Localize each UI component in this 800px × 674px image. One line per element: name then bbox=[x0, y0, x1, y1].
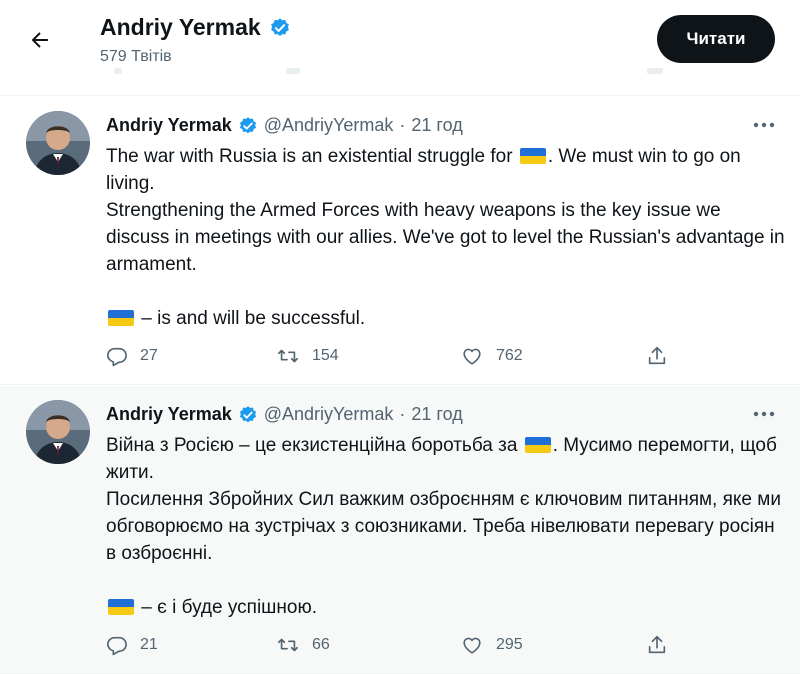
avatar-image bbox=[26, 111, 90, 175]
reply-icon bbox=[107, 636, 127, 656]
tweet-paragraph: – is and will be successful. bbox=[106, 305, 786, 332]
avatar[interactable] bbox=[26, 400, 90, 464]
separator-dot: · bbox=[399, 115, 406, 135]
tweet-paragraph: Війна з Росією – це екзистенційна бороть… bbox=[106, 435, 777, 483]
tweet-header: Andriy Yermak @AndriyYermak · 21 год bbox=[106, 404, 463, 425]
retweet-count: 154 bbox=[312, 347, 339, 364]
verified-badge bbox=[238, 405, 258, 425]
more-horizontal-icon bbox=[753, 411, 775, 417]
verified-badge-icon bbox=[270, 17, 289, 36]
tweet-paragraph: Strengthening the Armed Forces with heav… bbox=[106, 200, 785, 275]
share-icon bbox=[648, 346, 666, 365]
tweet-actions: 27 154 762 bbox=[106, 341, 676, 371]
verified-badge-icon bbox=[239, 405, 256, 422]
header-underlay-fragment bbox=[114, 68, 122, 74]
arrow-left-icon bbox=[31, 32, 48, 48]
verified-badge-icon bbox=[239, 116, 256, 133]
ukraine-flag-emoji bbox=[108, 599, 134, 615]
ukraine-flag-emoji bbox=[108, 310, 134, 326]
reply-button[interactable]: 27 bbox=[106, 341, 158, 371]
heart-icon bbox=[463, 348, 481, 365]
reply-icon bbox=[107, 347, 127, 367]
heart-icon bbox=[463, 637, 481, 654]
like-count: 762 bbox=[496, 347, 523, 364]
tweet-time[interactable]: 21 год bbox=[411, 115, 462, 136]
share-button[interactable] bbox=[646, 630, 668, 660]
retweet-button[interactable]: 154 bbox=[276, 341, 339, 371]
tweet-paragraph: The war with Russia is an existential st… bbox=[106, 146, 741, 194]
ukraine-flag-emoji bbox=[524, 437, 551, 453]
profile-header: Andriy Yermak 579 Твітів Читати bbox=[0, 0, 800, 96]
share-button[interactable] bbox=[646, 341, 668, 371]
follow-button[interactable]: Читати bbox=[657, 15, 775, 63]
header-underlay-fragment bbox=[286, 68, 300, 74]
verified-badge bbox=[238, 116, 258, 136]
more-button[interactable] bbox=[752, 404, 776, 424]
retweet-icon bbox=[278, 638, 298, 652]
like-button[interactable]: 295 bbox=[460, 630, 523, 660]
retweet-button[interactable]: 66 bbox=[276, 630, 330, 660]
ukraine-flag-emoji bbox=[519, 148, 546, 164]
back-button[interactable] bbox=[24, 24, 56, 56]
retweet-icon bbox=[278, 349, 298, 363]
separator-dot: · bbox=[399, 404, 406, 424]
tweet-paragraph: Посилення Збройних Сил важким озброєнням… bbox=[106, 489, 781, 564]
retweet-count: 66 bbox=[312, 636, 330, 653]
more-button[interactable] bbox=[752, 115, 776, 135]
header-underlay-fragment bbox=[647, 68, 663, 74]
tweet-actions: 21 66 295 bbox=[106, 630, 676, 660]
avatar-image bbox=[26, 400, 90, 464]
tweet[interactable]: Andriy Yermak @AndriyYermak · 21 год The… bbox=[0, 97, 800, 385]
profile-name-row: Andriy Yermak bbox=[100, 14, 291, 41]
like-button[interactable]: 762 bbox=[460, 341, 523, 371]
tweet-text: The war with Russia is an existential st… bbox=[106, 143, 786, 332]
reply-button[interactable]: 21 bbox=[106, 630, 158, 660]
tweet-header: Andriy Yermak @AndriyYermak · 21 год bbox=[106, 115, 463, 136]
tweet-time[interactable]: 21 год bbox=[411, 404, 462, 425]
reply-count: 27 bbox=[140, 347, 158, 364]
reply-count: 21 bbox=[140, 636, 158, 653]
author-handle[interactable]: @AndriyYermak bbox=[264, 115, 394, 136]
tweet-count: 579 Твітів bbox=[100, 48, 172, 65]
share-icon bbox=[648, 635, 666, 654]
avatar[interactable] bbox=[26, 111, 90, 175]
tweet-text: Війна з Росією – це екзистенційна бороть… bbox=[106, 432, 786, 621]
author-handle[interactable]: @AndriyYermak bbox=[264, 404, 394, 425]
author-name[interactable]: Andriy Yermak bbox=[106, 404, 232, 425]
like-count: 295 bbox=[496, 636, 523, 653]
more-horizontal-icon bbox=[753, 122, 775, 128]
profile-name: Andriy Yermak bbox=[100, 14, 261, 40]
author-name[interactable]: Andriy Yermak bbox=[106, 115, 232, 136]
tweet[interactable]: Andriy Yermak @AndriyYermak · 21 год Вій… bbox=[0, 386, 800, 674]
tweet-paragraph: – є і буде успішною. bbox=[106, 594, 786, 621]
